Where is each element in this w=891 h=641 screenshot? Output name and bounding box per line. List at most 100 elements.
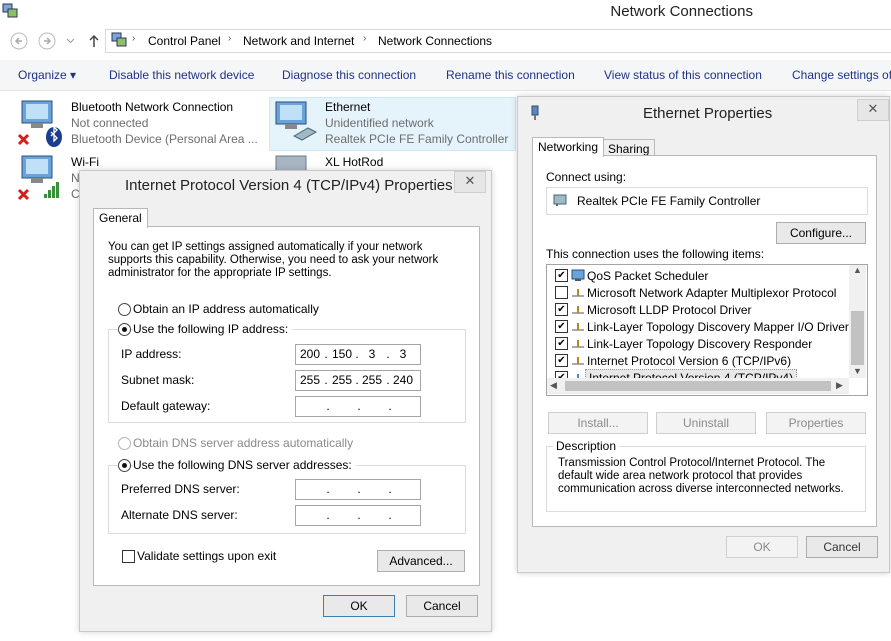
components-list-items: ✔ QoS Packet Scheduler Microsoft Network…: [547, 265, 849, 387]
scroll-up-icon[interactable]: ▲: [853, 265, 862, 275]
configure-button[interactable]: Configure...: [776, 222, 866, 244]
connection-status: Unidentified network: [325, 116, 434, 130]
breadcrumb-separator-icon: ›: [363, 33, 367, 44]
connection-item-wifi[interactable]: Wi-Fi N C: [16, 152, 99, 204]
component-label: QoS Packet Scheduler: [587, 269, 709, 283]
rename-button[interactable]: Rename this connection: [446, 68, 575, 82]
ip-address-input[interactable]: 200 . 150 . 3 . 3: [295, 344, 421, 365]
cancel-button[interactable]: Cancel: [806, 536, 878, 558]
tab-general[interactable]: General: [93, 208, 148, 228]
close-button[interactable]: ✕: [857, 99, 889, 121]
dialog-title: Ethernet Properties: [643, 105, 773, 122]
ip-dot: .: [388, 399, 392, 413]
default-gateway-input[interactable]: . . .: [295, 396, 421, 417]
preferred-dns-input[interactable]: . . .: [295, 479, 421, 500]
ok-button[interactable]: OK: [726, 536, 798, 558]
up-arrow-icon[interactable]: [87, 33, 101, 49]
view-status-button[interactable]: View status of this connection: [604, 68, 762, 82]
use-following-ip-label[interactable]: Use the following IP address:: [133, 322, 293, 336]
vertical-scrollbar[interactable]: ▲ ▼: [849, 265, 866, 378]
use-following-ip-radio[interactable]: [118, 323, 131, 336]
obtain-ip-auto-radio[interactable]: [118, 303, 131, 316]
obtain-ip-auto-label[interactable]: Obtain an IP address automatically: [133, 302, 319, 316]
network-connections-icon: [2, 3, 18, 18]
ip-dot: .: [357, 482, 361, 496]
install-button[interactable]: Install...: [548, 412, 648, 434]
connection-status: Not connected: [71, 116, 149, 130]
close-icon: ✕: [867, 101, 879, 116]
items-label: This connection uses the following items…: [546, 247, 765, 261]
component-label: Link-Layer Topology Discovery Responder: [587, 337, 813, 351]
checkbox-unchecked[interactable]: [555, 286, 568, 299]
connection-item-ethernet[interactable]: Ethernet Unidentified network Realtek PC…: [269, 97, 516, 151]
adapter-name: Realtek PCIe FE Family Controller: [577, 194, 761, 208]
close-icon: ✕: [464, 173, 476, 188]
validate-settings-checkbox[interactable]: [122, 550, 135, 563]
obtain-dns-auto-label[interactable]: Obtain DNS server address automatically: [133, 436, 353, 450]
ip-octet: 3: [368, 347, 376, 361]
breadcrumb-control-panel[interactable]: Control Panel: [148, 34, 221, 48]
disable-device-button[interactable]: Disable this network device: [109, 68, 254, 82]
properties-button[interactable]: Properties: [766, 412, 866, 434]
ip-octet: 240: [392, 373, 414, 387]
protocol-icon: [572, 340, 584, 348]
organize-menu[interactable]: Organize ▾: [18, 68, 76, 82]
checkbox-checked[interactable]: ✔: [555, 269, 568, 282]
tab-networking[interactable]: Networking: [532, 137, 605, 157]
ip-address-label: IP address:: [121, 347, 182, 361]
ipv4-properties-dialog: Internet Protocol Version 4 (TCP/IPv4) P…: [79, 170, 492, 632]
connection-device: Bluetooth Device (Personal Area ...: [71, 132, 258, 146]
window-title: Network Connections: [610, 3, 753, 20]
breadcrumb-separator-icon: ›: [228, 33, 232, 44]
preferred-dns-label: Preferred DNS server:: [121, 482, 240, 496]
back-arrow-icon[interactable]: [10, 32, 28, 50]
validate-settings-label[interactable]: Validate settings upon exit: [137, 549, 276, 563]
ip-octet: 255: [331, 373, 353, 387]
breadcrumb-network-connections[interactable]: Network Connections: [378, 34, 492, 48]
connection-device: Realtek PCIe FE Family Controller: [325, 132, 509, 146]
uninstall-button[interactable]: Uninstall: [656, 412, 756, 434]
connection-item-xl-hotrod[interactable]: XL HotRod: [270, 152, 515, 172]
diagnose-button[interactable]: Diagnose this connection: [282, 68, 416, 82]
scrollbar-thumb[interactable]: [851, 311, 864, 365]
title-bar: Network Connections: [0, 0, 891, 26]
use-following-dns-radio[interactable]: [118, 459, 131, 472]
scroll-left-icon[interactable]: ◀: [550, 380, 557, 391]
scrollbar-thumb[interactable]: [565, 381, 831, 391]
obtain-dns-auto-radio[interactable]: [118, 437, 131, 450]
subnet-mask-input[interactable]: 255 . 255 . 255 . 240: [295, 370, 421, 391]
recent-pages-chevron-icon[interactable]: [66, 37, 75, 45]
ip-dot: .: [324, 373, 328, 387]
ip-dot: .: [388, 508, 392, 522]
ok-button[interactable]: OK: [323, 595, 395, 617]
ip-octet: 200: [299, 347, 321, 361]
checkbox-checked[interactable]: ✔: [555, 303, 568, 316]
connection-name: Bluetooth Network Connection: [71, 100, 234, 114]
address-bar[interactable]: › Control Panel › Network and Internet ›…: [105, 29, 891, 53]
horizontal-scrollbar[interactable]: ◀ ▶: [547, 378, 849, 394]
close-button[interactable]: ✕: [454, 171, 486, 193]
scroll-down-icon[interactable]: ▼: [853, 366, 862, 376]
scroll-right-icon[interactable]: ▶: [836, 380, 843, 391]
breadcrumb-network-and-internet[interactable]: Network and Internet: [243, 34, 354, 48]
connection-name: XL HotRod: [325, 155, 384, 169]
ip-dot: .: [357, 508, 361, 522]
connection-item-bluetooth[interactable]: Bluetooth Network Connection Not connect…: [16, 97, 266, 149]
intro-text: You can get IP settings assigned automat…: [108, 241, 439, 279]
checkbox-checked[interactable]: ✔: [555, 320, 568, 333]
default-gateway-label: Default gateway:: [121, 399, 211, 413]
checkbox-checked[interactable]: ✔: [555, 354, 568, 367]
ethernet-adapter-icon: [275, 101, 318, 141]
checkbox-checked[interactable]: ✔: [555, 337, 568, 350]
cancel-button[interactable]: Cancel: [406, 595, 478, 617]
ethernet-dialog-icon: [531, 105, 539, 120]
change-settings-button[interactable]: Change settings of: [792, 68, 891, 82]
use-following-dns-label[interactable]: Use the following DNS server addresses:: [133, 458, 356, 472]
advanced-button[interactable]: Advanced...: [377, 550, 465, 572]
wifi-adapter-icon: [17, 155, 59, 201]
alternate-dns-input[interactable]: . . .: [295, 505, 421, 526]
description-label: Description: [553, 439, 620, 453]
breadcrumb-separator-icon: ›: [132, 33, 136, 44]
components-list[interactable]: ✔ QoS Packet Scheduler Microsoft Network…: [546, 264, 868, 396]
forward-arrow-icon[interactable]: [38, 32, 56, 50]
